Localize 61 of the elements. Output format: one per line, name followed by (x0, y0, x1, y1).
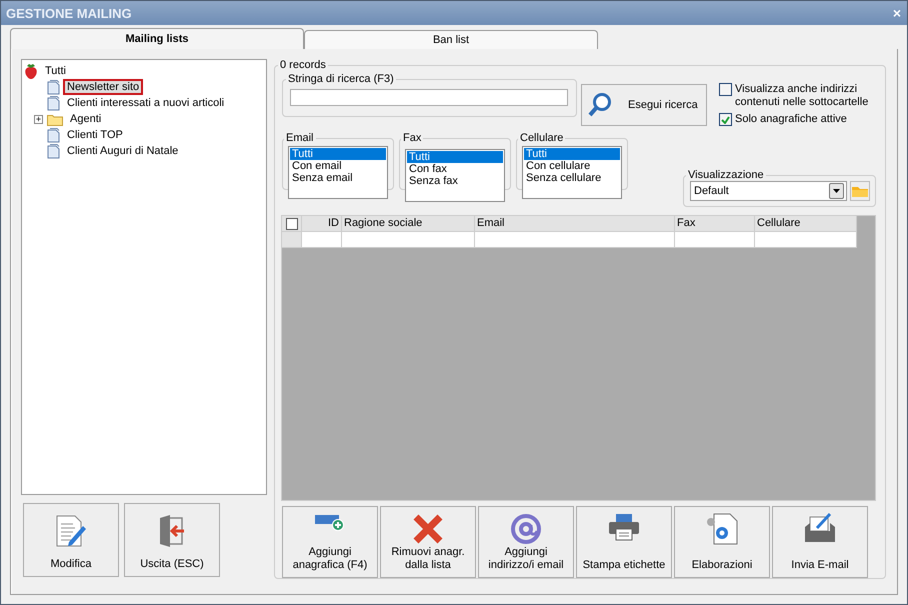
record-count: 0 records (279, 59, 327, 71)
window-title: GESTIONE MAILING (6, 6, 132, 20)
group-title: Visualizzazione (687, 169, 765, 181)
checkbox-label: Solo anagrafiche attive (735, 113, 847, 126)
send-email-button[interactable]: Invia E-mail (772, 506, 868, 578)
list-item[interactable]: Senza cellulare (524, 172, 620, 184)
inbox-pencil-icon (804, 513, 836, 543)
list-item[interactable]: Con fax (407, 163, 503, 175)
list-item[interactable]: Senza fax (407, 175, 503, 187)
add-record-button[interactable]: Aggiungi anagrafica (F4) (282, 506, 378, 578)
tree-item[interactable]: Tutti (41, 63, 70, 79)
checkmark-icon (721, 116, 730, 124)
checkbox[interactable] (719, 83, 732, 96)
list-item[interactable]: Tutti (524, 148, 620, 160)
processing-button[interactable]: Elaborazioni (674, 506, 770, 578)
search-icon (588, 92, 612, 118)
cross-icon (412, 513, 444, 545)
document-icon (47, 96, 60, 110)
group-title: Email (285, 132, 315, 144)
tree-item[interactable]: Agenti (66, 111, 106, 127)
document-icon (47, 128, 60, 142)
list-item[interactable]: Con email (290, 160, 386, 172)
search-field[interactable] (290, 89, 568, 106)
strawberry-icon (24, 63, 38, 79)
bar-plus-icon (314, 513, 346, 531)
checkbox-label: Visualizza anche indirizzi contenuti nelle sottocartelle (735, 83, 870, 109)
exit-button[interactable]: Uscita (ESC) (124, 503, 220, 577)
group-title: Fax (402, 132, 422, 144)
print-button[interactable]: Stampa etichette (576, 506, 672, 578)
list-item[interactable]: Tutti (407, 151, 503, 163)
at-sign-icon (510, 513, 542, 545)
printer-icon (608, 513, 640, 541)
group-title: Stringa di ricerca (F3) (287, 73, 395, 85)
list-item[interactable]: Tutti (290, 148, 386, 160)
list-item[interactable]: Senza email (290, 172, 386, 184)
table-cell (302, 232, 342, 248)
expand-button[interactable]: + (34, 114, 43, 124)
group-title: Cellulare (519, 132, 564, 144)
folder-icon (47, 112, 63, 126)
dropdown[interactable]: Default (690, 181, 847, 201)
document-icon (47, 80, 60, 94)
edit-button[interactable]: Modifica (23, 503, 119, 577)
tab[interactable]: Mailing lists (10, 28, 304, 49)
folder-icon (852, 185, 868, 197)
remove-button[interactable]: Rimuovi anagr. dalla lista (380, 506, 476, 578)
dropdown-value: Default (694, 185, 729, 197)
door-arrow-icon (157, 514, 187, 548)
tab[interactable]: Ban list (304, 30, 598, 49)
search-button[interactable]: Esegui ricerca (581, 84, 707, 126)
tree-item[interactable]: Clienti interessati a nuovi articoli (63, 95, 228, 111)
document-icon (47, 144, 60, 158)
document-pencil-icon (55, 514, 87, 548)
tree-item[interactable]: Clienti Auguri di Natale (63, 143, 182, 159)
list-item[interactable]: Con cellulare (524, 160, 620, 172)
checkbox[interactable] (719, 113, 732, 126)
checkbox[interactable] (286, 218, 298, 230)
add-email-button[interactable]: Aggiungi indirizzo/i email (478, 506, 574, 578)
tree-item[interactable]: Newsletter sito (63, 79, 144, 95)
tree-item[interactable]: Clienti TOP (63, 127, 127, 143)
document-gears-icon (706, 513, 738, 545)
caret-icon (833, 189, 840, 193)
